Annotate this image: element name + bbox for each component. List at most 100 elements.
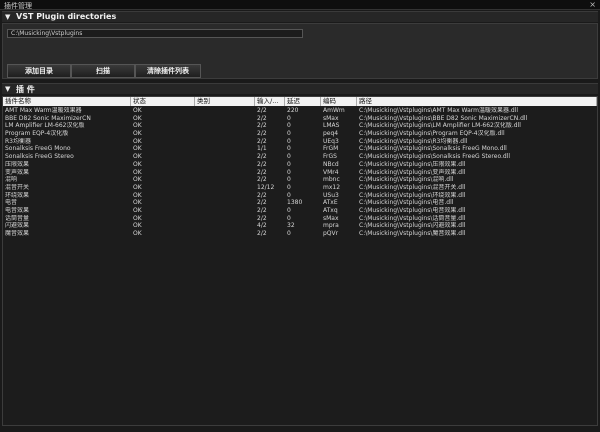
- cell-latency: 0: [287, 183, 291, 191]
- cell-code: ATxE: [323, 199, 338, 207]
- cell-latency: 220: [287, 107, 299, 114]
- table-row[interactable]: 电音效果 OK 2/2 0 ATxq C:\Musicking\Vstplugins\电音…: [3, 207, 597, 215]
- clear-plugin-list-button[interactable]: 清除插件列表: [135, 64, 201, 78]
- table-row[interactable]: 混音开关 OK 12/12 0 mx12 C:\Musicking\Vstplugins\…: [3, 184, 597, 192]
- cell-io: 2/2: [257, 107, 267, 114]
- cell-io: 2/2: [257, 176, 267, 184]
- cell-code: mpra: [323, 222, 339, 230]
- cell-path: C:\Musicking\Vstplugins\Sonalksis FreeG …: [359, 145, 507, 153]
- table-row[interactable]: LM Amplifier LM-662汉化版 OK 2/2 0 LMAS C:\Music…: [3, 122, 597, 130]
- cell-io: 2/2: [257, 153, 267, 161]
- cell-latency: 1380: [287, 199, 303, 207]
- table-row[interactable]: Sonalksis FreeG Mono OK 1/1 0 FrGM C:\Musicki…: [3, 145, 597, 153]
- table-row[interactable]: 魔音效果 OK 2/2 0 pQVr C:\Musicking\Vstplugins\魔音…: [3, 230, 597, 238]
- add-directory-button[interactable]: 添加目录: [7, 64, 71, 78]
- cell-path: C:\Musicking\Vstplugins\话筒音量.dll: [359, 214, 466, 222]
- cell-path: C:\Musicking\Vstplugins\Sonalksis FreeG …: [359, 153, 511, 161]
- cell-code: FrGM: [323, 145, 339, 153]
- cell-status: OK: [133, 183, 142, 191]
- cell-io: 4/2: [257, 222, 267, 230]
- column-header-io[interactable]: 输入/...: [255, 97, 285, 106]
- cell-status: OK: [133, 153, 142, 161]
- cell-code: peq4: [323, 130, 339, 138]
- cell-status: OK: [133, 122, 142, 130]
- cell-name: R3均衡器: [5, 137, 31, 145]
- cell-status: OK: [133, 114, 142, 122]
- title-bar: 插件管理 ×: [0, 0, 600, 10]
- cell-status: OK: [133, 107, 142, 114]
- cell-name: 混响: [5, 176, 18, 184]
- table-row[interactable]: 变声效果 OK 2/2 0 VMr4 C:\Musicking\Vstplugins\变声…: [3, 169, 597, 177]
- table-row[interactable]: 混响 OK 2/2 0 mbnc C:\Musicking\Vstplugins\混响.d…: [3, 176, 597, 184]
- table-row[interactable]: 话筒音量 OK 2/2 0 sMax C:\Musicking\Vstplugins\话筒…: [3, 215, 597, 223]
- cell-io: 2/2: [257, 199, 267, 207]
- cell-latency: 0: [287, 168, 291, 176]
- table-row[interactable]: 电音 OK 2/2 1380 ATxE C:\Musicking\Vstplugins\电…: [3, 199, 597, 207]
- vst-section-title: VST Plugin directories: [16, 12, 117, 21]
- cell-path: C:\Musicking\Vstplugins\Program EQP-4汉化版…: [359, 130, 505, 138]
- column-header-status[interactable]: 状态: [131, 97, 195, 106]
- cell-path: C:\Musicking\Vstplugins\魔音效果.dll: [359, 230, 466, 237]
- cell-latency: 0: [287, 214, 291, 222]
- table-row[interactable]: Sonalksis FreeG Stereo OK 2/2 0 FrGS C:\Music…: [3, 153, 597, 161]
- plugins-section-title: 插 件: [16, 85, 35, 94]
- cell-latency: 32: [287, 222, 295, 230]
- cell-latency: 0: [287, 122, 291, 130]
- cell-code: sMax: [323, 114, 339, 122]
- cell-status: OK: [133, 137, 142, 145]
- column-header-category[interactable]: 类别: [195, 97, 255, 106]
- cell-latency: 0: [287, 145, 291, 153]
- cell-io: 1/1: [257, 145, 267, 153]
- cell-name: 混音开关: [5, 183, 30, 191]
- cell-path: C:\Musicking\Vstplugins\电音.dll: [359, 199, 454, 207]
- table-row[interactable]: 环绕效果 OK 2/2 0 USu3 C:\Musicking\Vstplugins\环绕…: [3, 192, 597, 200]
- collapse-triangle-icon[interactable]: ▼: [5, 13, 10, 21]
- scan-button[interactable]: 扫描: [71, 64, 135, 78]
- cell-name: 环绕效果: [5, 191, 30, 199]
- cell-io: 2/2: [257, 137, 267, 145]
- collapse-triangle-icon[interactable]: ▼: [5, 85, 10, 93]
- cell-path: C:\Musicking\Vstplugins\R3均衡器.dll: [359, 137, 468, 145]
- cell-io: 12/12: [257, 183, 275, 191]
- plugins-table: 插件名称 状态 类别 输入/... 延迟 编码 路径 AMT Max Warm温…: [2, 96, 598, 426]
- cell-code: mbnc: [323, 176, 340, 184]
- cell-code: mx12: [323, 183, 341, 191]
- close-icon[interactable]: ×: [589, 0, 596, 9]
- cell-name: 电音效果: [5, 206, 30, 214]
- cell-name: Sonalksis FreeG Mono: [5, 145, 71, 153]
- vst-section-header[interactable]: ▼ VST Plugin directories: [2, 11, 598, 22]
- column-header-code[interactable]: 编码: [321, 97, 357, 106]
- table-row[interactable]: BBE D82 Sonic MaximizerCN OK 2/2 0 sMax C:\Mu…: [3, 115, 597, 123]
- table-row[interactable]: 压限效果 OK 2/2 0 NBcd C:\Musicking\Vstplugins\压限…: [3, 161, 597, 169]
- cell-code: sMax: [323, 214, 339, 222]
- cell-code: ATxq: [323, 206, 338, 214]
- column-header-path[interactable]: 路径: [357, 97, 597, 106]
- cell-latency: 0: [287, 176, 291, 184]
- vst-path-input[interactable]: C:\Musicking\Vstplugins: [7, 29, 303, 38]
- cell-path: C:\Musicking\Vstplugins\环绕效果.dll: [359, 191, 466, 199]
- cell-status: OK: [133, 168, 142, 176]
- cell-name: Sonalksis FreeG Stereo: [5, 153, 74, 161]
- cell-path: C:\Musicking\Vstplugins\混音开关.dll: [359, 183, 466, 191]
- cell-name: AMT Max Warm温暖效果器: [5, 107, 82, 114]
- vst-directories-panel: C:\Musicking\Vstplugins 添加目录 扫描 清除插件列表: [2, 23, 598, 79]
- table-header: 插件名称 状态 类别 输入/... 延迟 编码 路径: [3, 97, 597, 106]
- cell-io: 2/2: [257, 122, 267, 130]
- table-row[interactable]: 闪避效果 OK 4/2 32 mpra C:\Musicking\Vstplugins\闪…: [3, 222, 597, 230]
- cell-status: OK: [133, 130, 142, 138]
- table-row[interactable]: R3均衡器 OK 2/2 0 UEq3 C:\Musicking\Vstplugins\R…: [3, 138, 597, 146]
- table-row[interactable]: Program EQP-4汉化版 OK 2/2 0 peq4 C:\Musicking\V…: [3, 130, 597, 138]
- plugins-section-header[interactable]: ▼ 插 件: [2, 83, 598, 94]
- column-header-name[interactable]: 插件名称: [3, 97, 131, 106]
- table-row[interactable]: AMT Max Warm温暖效果器 OK 2/2 220 AmWm C:\Musickin…: [3, 107, 597, 115]
- cell-io: 2/2: [257, 114, 267, 122]
- cell-path: C:\Musicking\Vstplugins\混响.dll: [359, 176, 454, 184]
- cell-code: NBcd: [323, 160, 339, 168]
- column-header-latency[interactable]: 延迟: [285, 97, 321, 106]
- cell-status: OK: [133, 230, 142, 237]
- cell-io: 2/2: [257, 191, 267, 199]
- cell-path: C:\Musicking\Vstplugins\LM Amplifier LM-…: [359, 122, 521, 130]
- cell-io: 2/2: [257, 206, 267, 214]
- cell-code: pQVr: [323, 230, 339, 237]
- cell-name: 话筒音量: [5, 214, 30, 222]
